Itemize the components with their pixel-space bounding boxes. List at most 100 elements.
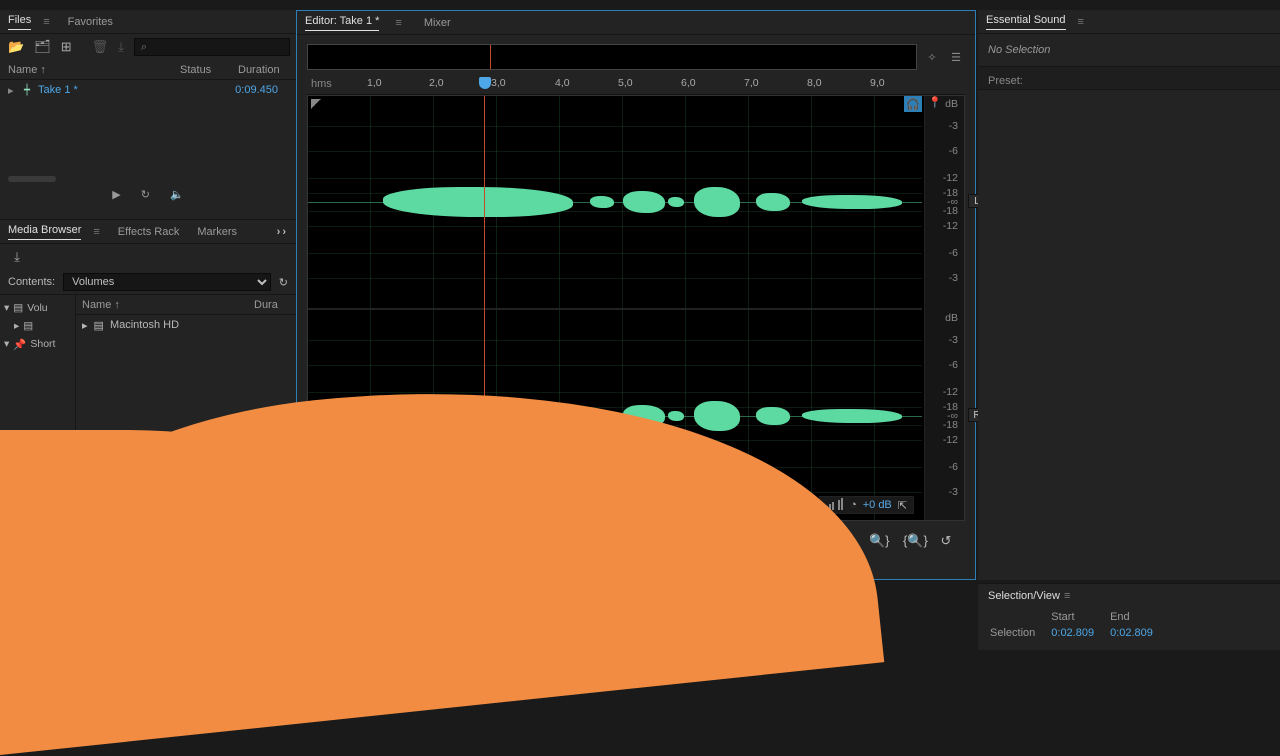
pause-button[interactable]: ▮▮ [385, 533, 403, 549]
preview-autoplay-icon[interactable]: 🔈 [170, 540, 184, 553]
ruler-tick: 6,0 [681, 77, 696, 89]
ruler-tick: 9,0 [870, 77, 885, 89]
zoom-sel-out-icon[interactable]: 🔍} [869, 533, 887, 549]
zoom-in-icon[interactable]: 🔍+ [678, 526, 696, 557]
list-item[interactable]: ▸ ▤ Macintosh HD [76, 315, 296, 335]
selection-start[interactable]: 0:02.809 [1051, 626, 1108, 640]
headphones-icon[interactable]: 🎧 [904, 96, 922, 112]
tab-media-browser[interactable]: Media Browser [8, 224, 81, 240]
contents-select[interactable]: Volumes [63, 273, 271, 291]
tab-effects-rack[interactable]: Effects Rack [118, 226, 180, 238]
clock-icon: ◔ [850, 499, 857, 511]
drive-icon: ▤ [23, 320, 33, 332]
preview-play-icon[interactable]: ▶ [112, 540, 120, 553]
refresh-icon[interactable]: ↻ [279, 276, 288, 289]
tree-node-shortcuts[interactable]: ▾ 📌 Short [4, 335, 71, 353]
preview-loop-icon[interactable]: ↻ [141, 188, 150, 201]
tab-essential-sound[interactable]: Essential Sound [986, 14, 1066, 30]
search-input[interactable] [134, 38, 290, 56]
no-selection-label: No Selection [978, 34, 1280, 66]
col-name[interactable]: Name ↑ [8, 64, 168, 76]
chevron-down-icon[interactable]: ▾ [4, 338, 9, 350]
drive-icon: ▤ [13, 302, 23, 314]
preview-autoplay-icon[interactable]: 🔈 [170, 188, 184, 201]
cycle-icon[interactable]: ↺ [937, 533, 955, 549]
tab-files[interactable]: Files [8, 14, 31, 30]
level-bars-icon [826, 498, 844, 513]
zoom-sel-in-icon[interactable]: {🔍 [835, 533, 853, 549]
playhead-line[interactable] [484, 96, 485, 520]
pin-icon[interactable]: ⇱ [898, 499, 907, 512]
ruler-tick: 5,0 [618, 77, 633, 89]
pin-icon: 📌 [13, 338, 26, 351]
col-dur[interactable]: Dura [254, 299, 290, 311]
col-start: Start [1051, 610, 1108, 624]
preview-play-icon[interactable]: ▶ [112, 188, 120, 201]
pin-icon[interactable]: 📍 [928, 96, 942, 112]
time-ruler[interactable]: hms 1,0 2,0 3,0 4,0 5,0 6,0 7,0 8,0 9,0 [307, 75, 965, 95]
file-row[interactable]: ▸ ┿ Take 1 * 0:09.450 [0, 80, 296, 100]
chevron-right-icon[interactable]: ▸ [14, 320, 19, 332]
gain-indicator[interactable]: ◔ +0 dB ⇱ [819, 496, 914, 514]
open-recent-icon[interactable]: 🗂 [34, 40, 51, 54]
record-button[interactable]: ● [555, 534, 573, 549]
fade-in-handle[interactable] [311, 99, 321, 109]
trash-icon: 🗑 [92, 40, 109, 54]
playhead-handle[interactable] [479, 77, 491, 89]
stop-button[interactable]: ■ [317, 534, 335, 549]
col-end: End [1110, 610, 1167, 624]
rewind-button[interactable]: ◀◀ [453, 533, 471, 549]
row-selection: Selection [990, 626, 1049, 640]
play-button[interactable]: ▶ [351, 533, 369, 549]
import-icon: ⤓ [118, 40, 124, 54]
zoom-full-icon[interactable]: ⤢ [780, 533, 798, 549]
overview-track[interactable] [307, 44, 917, 70]
preset-label: Preset: [978, 66, 1280, 90]
hamburger-icon[interactable]: ≡ [1078, 16, 1084, 28]
chevron-down-icon[interactable]: ▾ [4, 302, 9, 314]
ruler-tick: 2,0 [429, 77, 444, 89]
new-file-icon[interactable]: ⊞ [61, 40, 72, 54]
hamburger-icon[interactable]: ≡ [93, 226, 99, 238]
chevron-right-icon[interactable]: ▸ [82, 319, 88, 332]
preview-loop-icon[interactable]: ↻ [141, 540, 150, 553]
overflow-icon[interactable]: ›› [277, 226, 288, 238]
tab-selection-view[interactable]: Selection/View [988, 590, 1060, 602]
gain-value: +0 dB [863, 499, 892, 511]
zoom-reset-icon[interactable]: 🔍↺ [746, 525, 764, 557]
waveform-area[interactable]: dB -3 -6 -12 -18 -∞ -18 -12 -6 -3 dB -3 … [307, 95, 965, 521]
open-file-icon[interactable]: 📂 [8, 40, 24, 54]
selection-end[interactable]: 0:02.809 [1110, 626, 1167, 640]
col-status[interactable]: Status [180, 64, 226, 76]
zoom-out-icon[interactable]: 🔍- [712, 533, 730, 549]
ruler-unit: hms [311, 78, 332, 90]
tree-node-drive[interactable]: ▸ ▤ [4, 317, 71, 335]
col-name[interactable]: Name ↑ [82, 299, 254, 311]
forward-button[interactable]: ▶▶ [487, 533, 505, 549]
tab-mixer[interactable]: Mixer [424, 17, 451, 29]
contents-label: Contents: [8, 276, 55, 288]
hamburger-icon[interactable]: ≡ [395, 17, 401, 29]
go-end-button[interactable]: ▶▎ [521, 533, 539, 549]
hamburger-icon[interactable]: ≡ [43, 16, 49, 28]
drive-name: Macintosh HD [110, 319, 179, 331]
ruler-tick: 8,0 [807, 77, 822, 89]
tab-markers[interactable]: Markers [197, 226, 237, 238]
go-start-button[interactable]: ▎◀ [419, 533, 437, 549]
skip-selection-button[interactable]: ⇥⇤ [623, 533, 641, 549]
tree-node-volumes[interactable]: ▾ ▤ Volu [4, 299, 71, 317]
waveform-icon: ┿ [24, 85, 30, 96]
overview-list-icon[interactable]: ☰ [947, 48, 965, 66]
download-icon[interactable]: ⤓ [8, 250, 26, 264]
tab-favorites[interactable]: Favorites [68, 16, 113, 28]
hamburger-icon[interactable]: ≡ [1064, 590, 1070, 602]
zoom-sel-icon[interactable]: {🔍} [903, 533, 921, 549]
col-duration[interactable]: Duration [238, 64, 288, 76]
disclosure-icon[interactable]: ▸ [8, 84, 16, 97]
tab-editor[interactable]: Editor: Take 1 * [305, 15, 379, 31]
ruler-tick: 4,0 [555, 77, 570, 89]
ruler-tick: 1,0 [367, 77, 382, 89]
loop-button[interactable]: ↻ [589, 533, 607, 549]
overview-zoom-icon[interactable]: ✧ [923, 48, 941, 66]
file-duration: 0:09.450 [230, 84, 288, 96]
